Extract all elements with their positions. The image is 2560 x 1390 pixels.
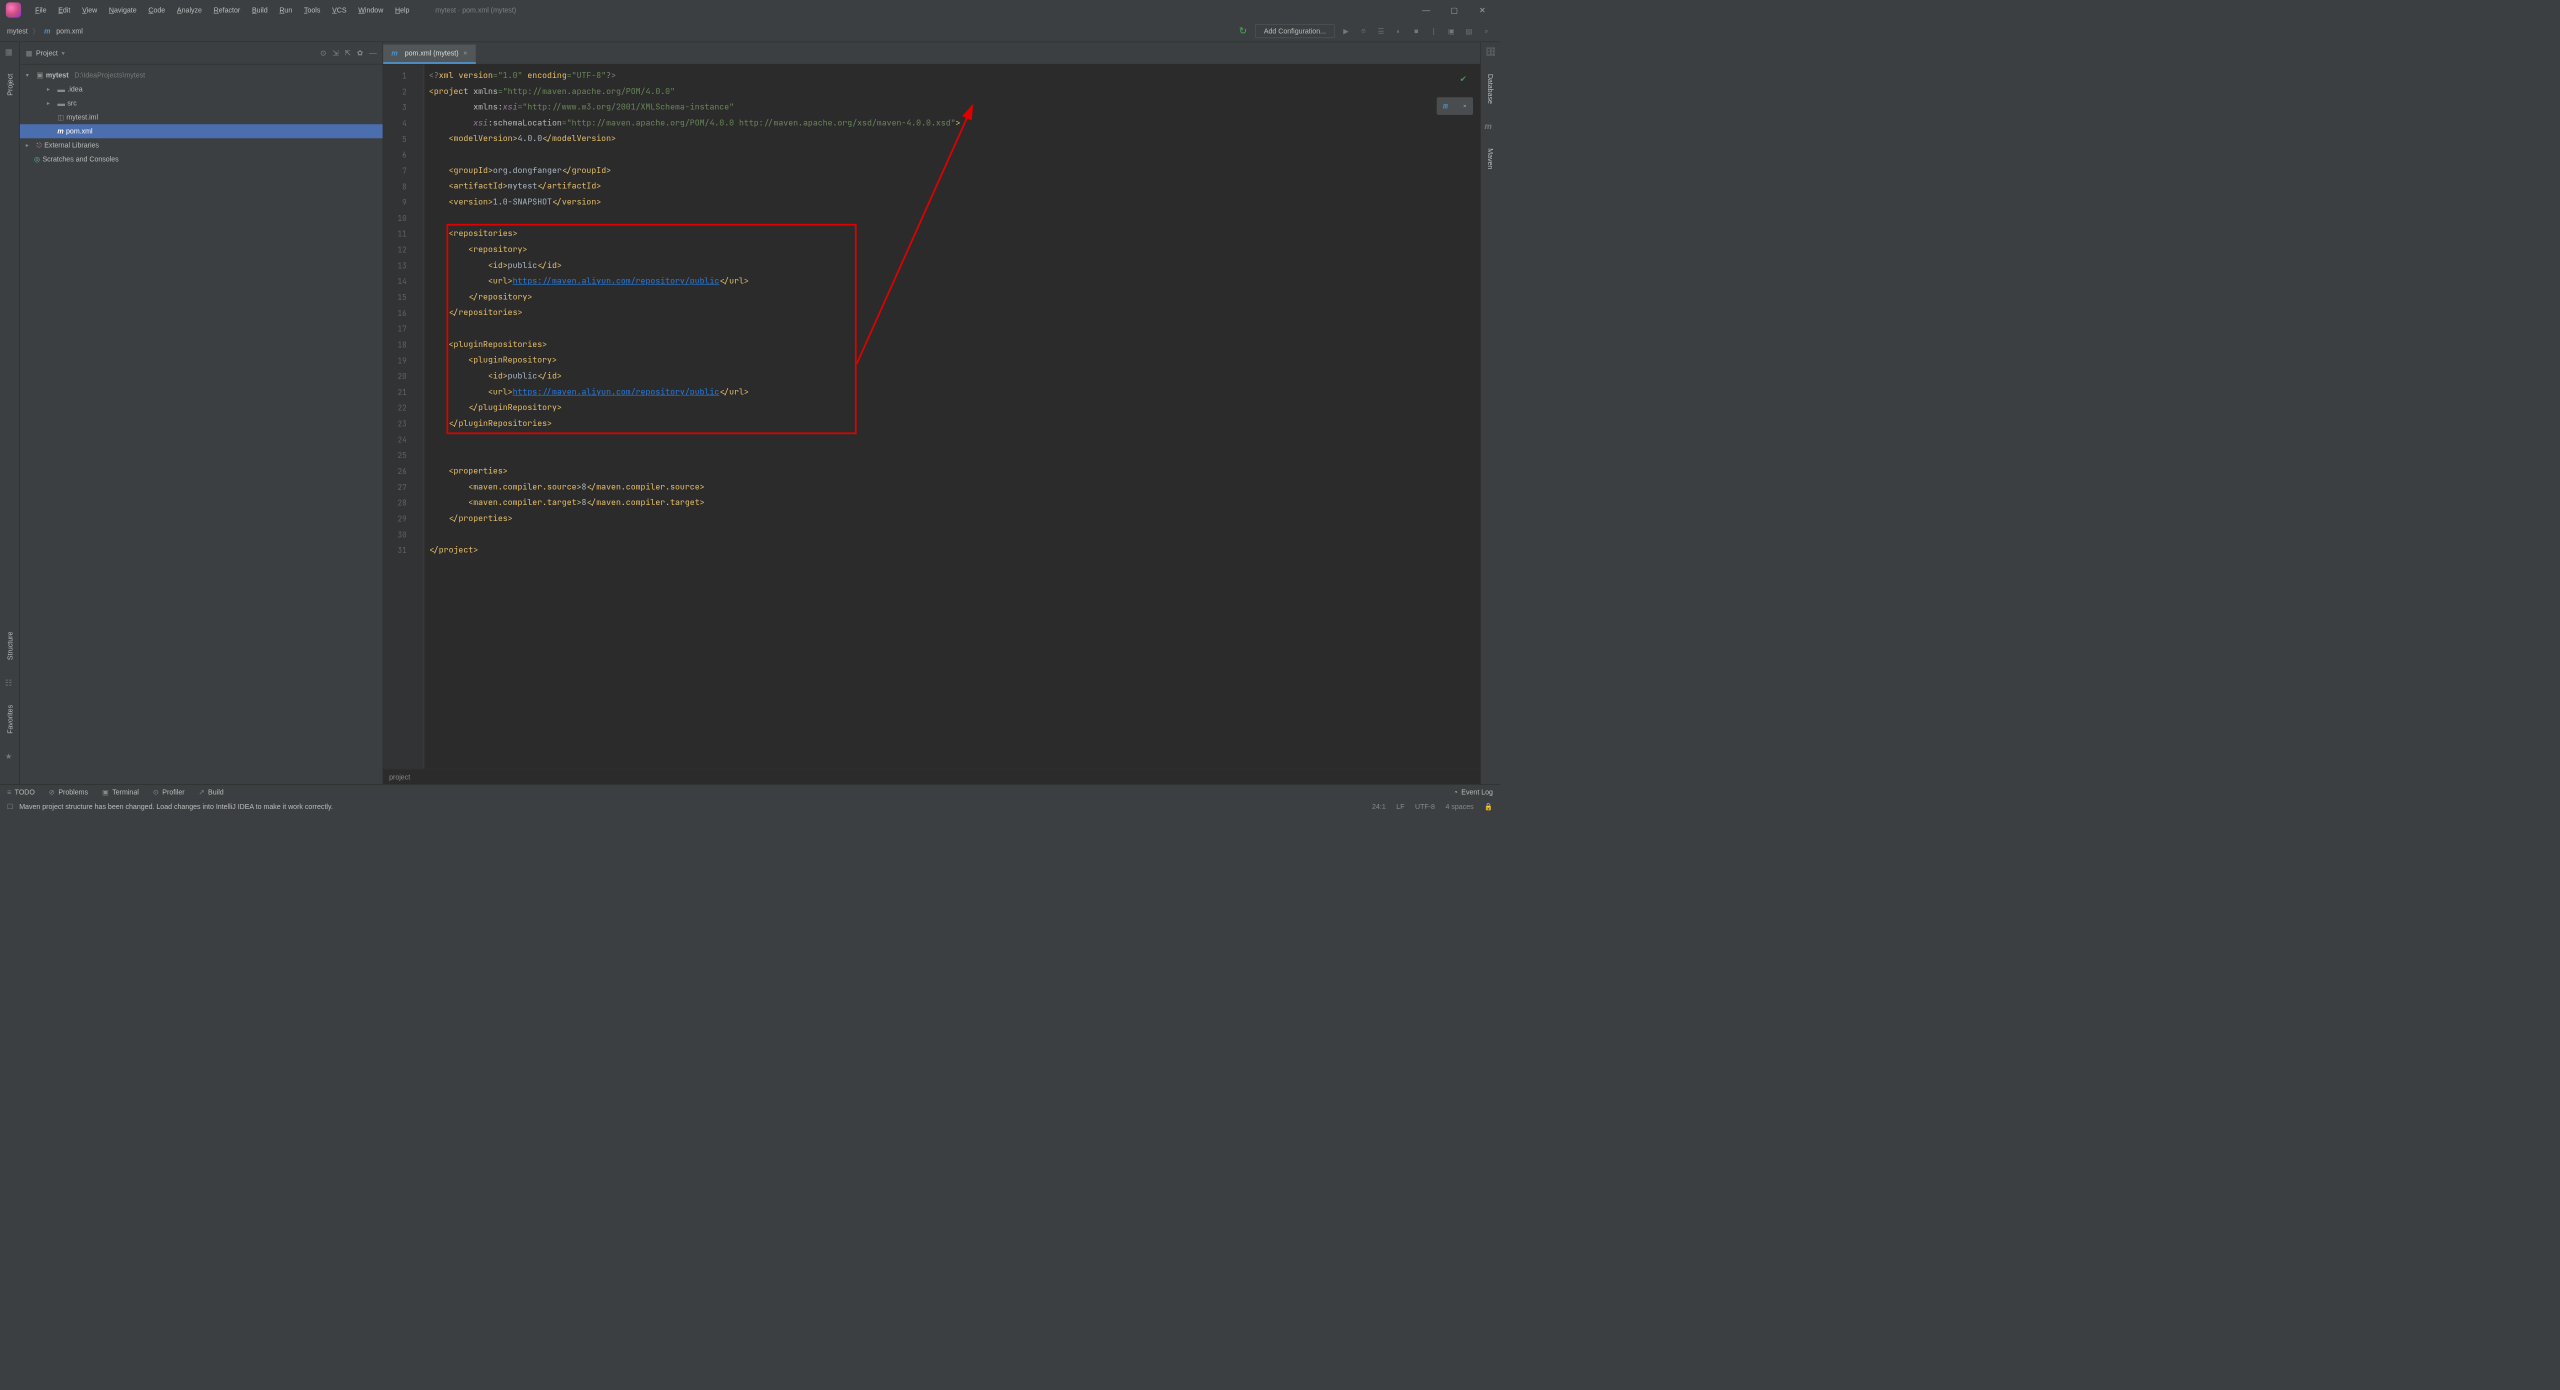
tree-item-mytest-iml[interactable]: ◫mytest.iml — [20, 110, 383, 124]
close-popup-icon[interactable]: × — [1463, 98, 1467, 114]
inspection-ok-icon[interactable]: ✔ — [1460, 70, 1466, 86]
editor-tabs: m pom.xml (mytest) × — [383, 42, 1480, 64]
menu-build[interactable]: Build — [246, 5, 273, 16]
code-editor[interactable]: <?xml version="1.0" encoding="UTF-8"?><p… — [424, 64, 1480, 768]
line-numbers: 1234567891011121314151617181920212223242… — [383, 64, 412, 768]
breadcrumb: mytest 〉 m pom.xml — [7, 26, 83, 36]
window-title: mytest · pom.xml (mytest) — [435, 6, 516, 14]
menu-vcs[interactable]: VCS — [326, 5, 352, 16]
status-build[interactable]: ↗ Build — [199, 788, 224, 796]
menu-view[interactable]: View — [76, 5, 103, 16]
cursor-position[interactable]: 24:1 — [1372, 803, 1386, 811]
run-icon[interactable]: ▶ — [1339, 24, 1352, 37]
menu-edit[interactable]: Edit — [52, 5, 76, 16]
tree-item-src[interactable]: ▸▬src — [20, 96, 383, 110]
breadcrumb-file[interactable]: pom.xml — [56, 27, 83, 35]
menu-refactor[interactable]: Refactor — [208, 5, 246, 16]
profile-icon[interactable]: ◐ — [1392, 24, 1405, 37]
menu-analyze[interactable]: Analyze — [171, 5, 208, 16]
file-encoding[interactable]: UTF-8 — [1415, 803, 1435, 811]
expand-all-icon[interactable]: ⇲ — [332, 48, 338, 57]
event-log-button[interactable]: ◔ Event Log — [1454, 788, 1493, 796]
hide-panel-icon[interactable]: — — [369, 48, 377, 57]
project-panel-title[interactable]: Project — [36, 49, 58, 57]
search-icon[interactable]: ⌕ — [1480, 24, 1493, 37]
menu-file[interactable]: File — [29, 5, 52, 16]
menu-code[interactable]: Code — [143, 5, 172, 16]
line-separator[interactable]: LF — [1396, 803, 1404, 811]
project-tool-window: ▦ Project ▾ ⊙ ⇲ ⇱ ✿ — ▾ ▣ mytest D:\Idea… — [20, 42, 383, 784]
menu-run[interactable]: Run — [273, 5, 298, 16]
editor-tab-pom[interactable]: m pom.xml (mytest) × — [383, 45, 475, 64]
maven-file-icon: m — [44, 27, 50, 35]
project-tool-button[interactable]: Project — [6, 74, 14, 96]
settings-icon[interactable]: ✿ — [357, 48, 363, 57]
scratches-and-consoles[interactable]: ◎ Scratches and Consoles — [20, 152, 383, 166]
maven-file-icon: m — [391, 49, 397, 57]
project-tree[interactable]: ▾ ▣ mytest D:\IdeaProjects\mytest ▸▬.ide… — [20, 64, 383, 169]
menu-help[interactable]: Help — [389, 5, 415, 16]
select-opened-file-icon[interactable]: ⊙ — [320, 48, 326, 57]
project-view-dropdown[interactable]: ▾ — [61, 49, 65, 57]
structure-icon: ☷ — [5, 678, 14, 687]
tab-label: pom.xml (mytest) — [405, 49, 459, 57]
status-problems[interactable]: ⊘ Problems — [49, 788, 88, 796]
editor-breadcrumb[interactable]: project — [383, 769, 1480, 784]
favorites-icon: ★ — [5, 751, 14, 760]
tree-item--idea[interactable]: ▸▬.idea — [20, 82, 383, 96]
database-tool-button[interactable]: Database — [1486, 74, 1494, 104]
status-bar: ☐ Maven project structure has been chang… — [0, 799, 1500, 814]
maven-notification-popup[interactable]: m × — [1437, 97, 1473, 115]
project-rail-icon[interactable]: ▦ — [5, 47, 14, 56]
maven-icon: m — [1443, 98, 1448, 114]
fold-gutter[interactable] — [413, 64, 425, 768]
reload-icon[interactable]: ↻ — [1239, 25, 1247, 37]
minimize-button[interactable]: — — [1420, 5, 1432, 15]
database-icon: 🗄 — [1486, 47, 1495, 56]
menu-tools[interactable]: Tools — [298, 5, 326, 16]
maven-rail-icon: m — [1484, 122, 1493, 131]
menu-navigate[interactable]: Navigate — [103, 5, 142, 16]
status-message: Maven project structure has been changed… — [19, 803, 333, 811]
app-icon — [6, 2, 21, 17]
tool-window-strip: ≡ TODO ⊘ Problems ▣ Terminal ⊙ Profiler ↗ Bu… — [0, 784, 1500, 799]
navigation-bar: mytest 〉 m pom.xml ↻ Add Configuration..… — [0, 20, 1500, 42]
status-todo[interactable]: ≡ TODO — [7, 788, 35, 796]
status-icon[interactable]: ☐ — [7, 803, 13, 811]
maven-tool-button[interactable]: Maven — [1486, 148, 1494, 169]
right-tool-rail: 🗄 Database m Maven — [1480, 42, 1500, 784]
stop-icon[interactable]: ■ — [1410, 24, 1423, 37]
structure-tool-button[interactable]: Structure — [6, 632, 14, 661]
external-libraries[interactable]: ▸ ⎋ External Libraries — [20, 138, 383, 152]
coverage-icon[interactable]: ☰ — [1375, 24, 1388, 37]
close-tab-icon[interactable]: × — [463, 49, 467, 57]
divider: | — [1427, 24, 1440, 37]
tree-item-pom-xml[interactable]: mpom.xml — [20, 124, 383, 138]
left-tool-rail: ▦ Project Structure ☷ Favorites ★ — [0, 42, 20, 784]
status-profiler[interactable]: ⊙ Profiler — [153, 788, 185, 796]
menu-window[interactable]: Window — [352, 5, 389, 16]
close-button[interactable]: ✕ — [1477, 5, 1489, 15]
breadcrumb-project[interactable]: mytest — [7, 27, 28, 35]
status-terminal[interactable]: ▣ Terminal — [102, 788, 139, 796]
add-configuration-button[interactable]: Add Configuration... — [1255, 24, 1335, 38]
favorites-tool-button[interactable]: Favorites — [6, 705, 14, 734]
maximize-button[interactable]: ▢ — [1448, 5, 1460, 15]
project-structure-icon[interactable]: ▤ — [1463, 24, 1476, 37]
indent-config[interactable]: 4 spaces — [1446, 803, 1474, 811]
readonly-lock-icon[interactable]: 🔒 — [1484, 803, 1493, 811]
collapse-all-icon[interactable]: ⇱ — [345, 48, 351, 57]
vcs-icon[interactable]: ▣ — [1445, 24, 1458, 37]
debug-icon[interactable]: ⌾ — [1357, 24, 1370, 37]
main-menubar: FileEditViewNavigateCodeAnalyzeRefactorB… — [0, 0, 1500, 20]
tree-root[interactable]: ▾ ▣ mytest D:\IdeaProjects\mytest — [20, 68, 383, 82]
